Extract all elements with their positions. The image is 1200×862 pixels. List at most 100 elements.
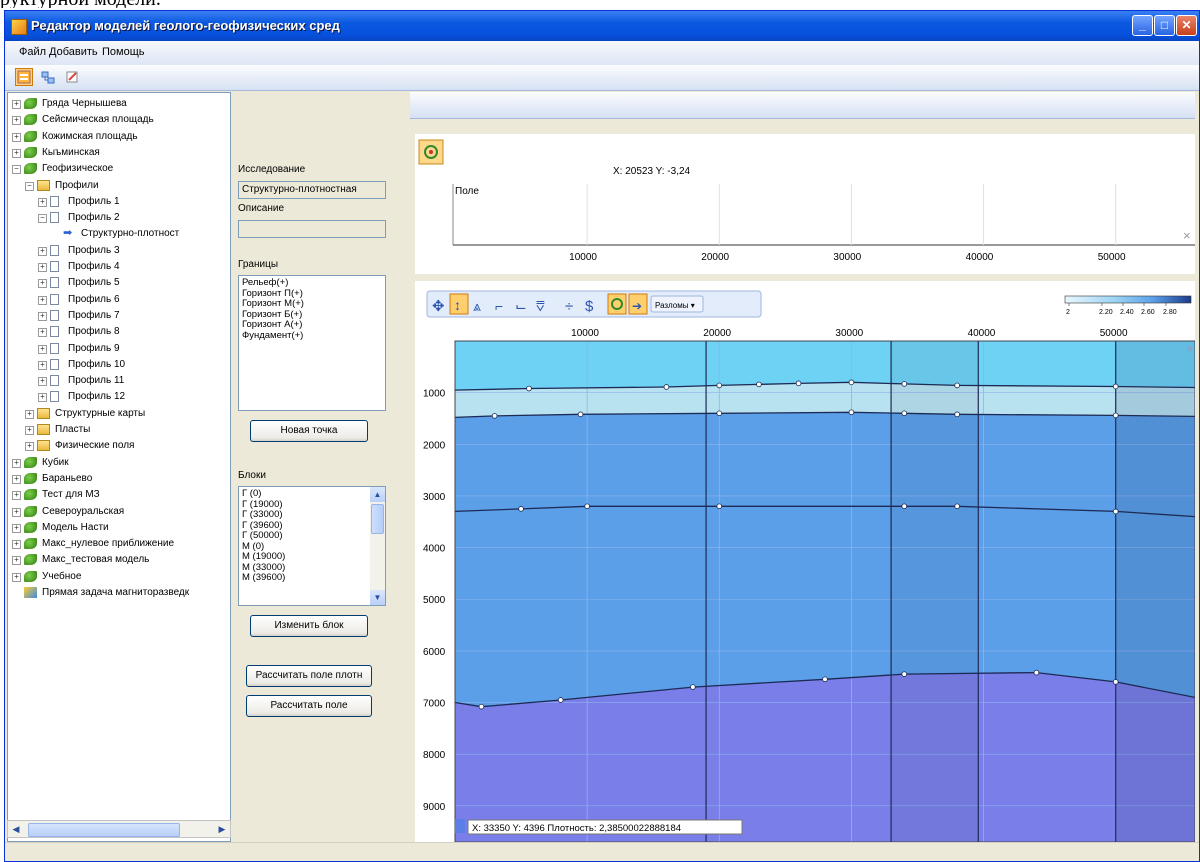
- tree-horizontal-scrollbar[interactable]: ◀ ▶: [7, 820, 231, 838]
- list-item[interactable]: Г (50000): [242, 530, 367, 542]
- expand-icon[interactable]: +: [12, 474, 21, 484]
- collapse-icon[interactable]: −: [12, 165, 21, 175]
- list-item[interactable]: Горизонт М(+): [242, 298, 382, 310]
- tree-view-button[interactable]: [15, 68, 33, 86]
- remove-boundary-tool-button[interactable]: $: [585, 298, 594, 315]
- expand-icon[interactable]: +: [25, 442, 34, 452]
- boundary-point[interactable]: [1112, 679, 1119, 685]
- expand-icon[interactable]: +: [25, 426, 34, 435]
- expand-icon[interactable]: +: [25, 409, 34, 419]
- scroll-right-icon[interactable]: ▶: [215, 822, 229, 836]
- plot-splitter[interactable]: [415, 277, 1195, 280]
- expand-icon[interactable]: +: [12, 148, 21, 158]
- change-block-button[interactable]: Изменить блок: [250, 615, 368, 637]
- expand-icon[interactable]: +: [12, 132, 21, 142]
- expand-icon[interactable]: +: [12, 458, 21, 468]
- boundary-point[interactable]: [954, 382, 960, 389]
- boundary-point[interactable]: [526, 385, 532, 392]
- boundary-point[interactable]: [901, 410, 908, 417]
- list-item[interactable]: Г (33000): [242, 509, 367, 521]
- menu-add[interactable]: Добавить: [49, 46, 98, 58]
- calc-density-field-button[interactable]: Рассчитать поле плотн: [246, 665, 372, 687]
- expand-icon[interactable]: +: [38, 360, 47, 370]
- minimize-button[interactable]: _: [1132, 15, 1153, 36]
- scroll-thumb[interactable]: [28, 823, 180, 837]
- list-item[interactable]: Фундамент(+): [242, 330, 382, 342]
- expand-icon[interactable]: +: [38, 246, 47, 256]
- boundary-point[interactable]: [848, 409, 855, 416]
- boundary-point[interactable]: [795, 380, 802, 387]
- split-line-tool-button[interactable]: ⌐: [495, 298, 503, 314]
- expand-icon[interactable]: +: [38, 197, 47, 207]
- boundary-point[interactable]: [848, 379, 855, 386]
- boundary-point[interactable]: [584, 503, 590, 510]
- list-item[interactable]: М (19000): [242, 551, 367, 563]
- expand-icon[interactable]: +: [12, 116, 21, 126]
- expand-icon[interactable]: +: [12, 523, 21, 533]
- arrow-mode-button[interactable]: ➔: [628, 293, 648, 315]
- target-mode-button[interactable]: [607, 293, 627, 315]
- expand-icon[interactable]: +: [12, 540, 21, 550]
- blocks-list[interactable]: Г (0) Г (19000) Г (33000) Г (39600) Г (50000…: [238, 486, 386, 606]
- boundary-point[interactable]: [954, 411, 960, 418]
- menu-help[interactable]: Помощь: [102, 46, 145, 58]
- boundary-point[interactable]: [478, 703, 485, 710]
- boundary-point[interactable]: [1112, 508, 1119, 515]
- boundary-point[interactable]: [557, 697, 564, 703]
- expand-icon[interactable]: +: [12, 491, 21, 501]
- list-item[interactable]: Горизонт А(+): [242, 319, 382, 331]
- add-node-button[interactable]: [39, 68, 57, 86]
- edit-button[interactable]: [63, 68, 81, 86]
- insert-boundary-tool-button[interactable]: ÷: [565, 298, 573, 315]
- boundary-point[interactable]: [716, 410, 723, 417]
- expand-icon[interactable]: +: [38, 328, 47, 338]
- close-button[interactable]: ✕: [1176, 15, 1197, 36]
- section-plot[interactable]: ✥ ↕ ⩓ ⌐ ⌙ ⩢ ÷ $ ➔ Разломы ▾ 2 2.20 2.40 2.6…: [415, 281, 1196, 843]
- boundary-point[interactable]: [518, 506, 524, 512]
- project-tree[interactable]: + Гряда Чернышева + Сейсмическая площадь + Ко…: [7, 92, 231, 842]
- expand-icon[interactable]: +: [38, 344, 47, 354]
- boundary-point[interactable]: [716, 382, 723, 389]
- expand-icon[interactable]: +: [12, 507, 21, 517]
- boundaries-list[interactable]: Рельеф(+) Горизонт П(+) Горизонт М(+) Гориз…: [238, 275, 386, 411]
- section-area[interactable]: [454, 340, 1196, 843]
- scroll-down-icon[interactable]: ▼: [370, 590, 385, 605]
- field-plot-close-icon[interactable]: ×: [1183, 228, 1191, 243]
- pan-tool-button[interactable]: ✥: [432, 298, 445, 315]
- expand-icon[interactable]: +: [38, 377, 47, 387]
- collapse-icon[interactable]: −: [25, 181, 34, 191]
- faults-dropdown[interactable]: Разломы ▾: [650, 295, 704, 313]
- join-line-tool-button[interactable]: ⌙: [515, 298, 527, 314]
- expand-icon[interactable]: +: [38, 263, 47, 272]
- blocks-scroll-thumb[interactable]: [371, 504, 384, 534]
- boundary-point[interactable]: [577, 411, 584, 418]
- add-point-tool-button[interactable]: ⩓: [473, 298, 481, 314]
- scroll-left-icon[interactable]: ◀: [9, 822, 23, 836]
- boundary-point[interactable]: [822, 676, 828, 683]
- boundary-point[interactable]: [901, 671, 908, 677]
- list-item[interactable]: Рельеф(+): [242, 277, 382, 289]
- fault-tool-button[interactable]: ⩢: [536, 298, 545, 314]
- collapse-icon[interactable]: −: [38, 214, 47, 224]
- research-field[interactable]: Структурно-плотностная: [238, 181, 386, 199]
- expand-icon[interactable]: +: [38, 279, 47, 289]
- expand-icon[interactable]: +: [38, 393, 47, 403]
- description-field[interactable]: [238, 220, 386, 238]
- list-item[interactable]: Г (0): [242, 488, 367, 500]
- calc-field-button[interactable]: Рассчитать поле: [246, 695, 372, 717]
- boundary-point[interactable]: [663, 384, 670, 390]
- expand-icon[interactable]: +: [38, 311, 47, 321]
- new-point-button[interactable]: Новая точка: [250, 420, 368, 442]
- maximize-button[interactable]: □: [1154, 15, 1175, 36]
- expand-icon[interactable]: +: [12, 100, 21, 109]
- boundary-point[interactable]: [1112, 383, 1119, 390]
- boundary-point[interactable]: [1033, 669, 1040, 676]
- vertical-move-tool-button[interactable]: ↕: [449, 293, 469, 315]
- boundary-point[interactable]: [690, 684, 696, 690]
- expand-icon[interactable]: +: [12, 556, 21, 566]
- expand-icon[interactable]: +: [12, 572, 21, 582]
- boundary-point[interactable]: [716, 503, 723, 510]
- density-layer[interactable]: [455, 412, 1195, 517]
- field-plot[interactable]: X: 20523 Y: -3,24 Поле 10000 20000 30000 40…: [415, 134, 1195, 274]
- boundary-point[interactable]: [901, 381, 908, 387]
